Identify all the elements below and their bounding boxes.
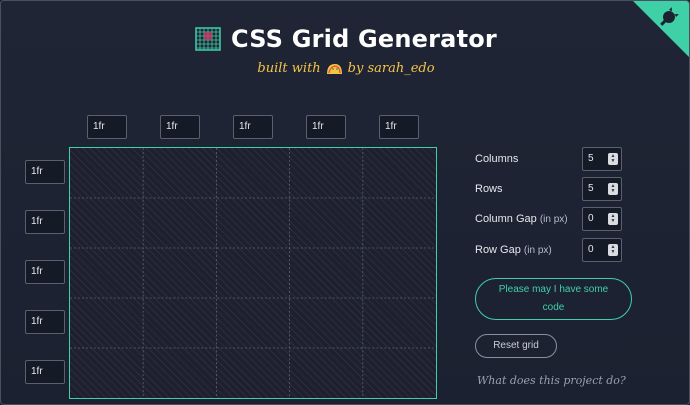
column-size-input-1[interactable]: 1fr (87, 115, 127, 139)
column-gap-label-text: Column Gap (475, 213, 537, 225)
stepper-arrows-icon[interactable]: ▲ ▼ (608, 183, 618, 195)
grid-canvas[interactable] (69, 147, 437, 399)
column-gap-label: Column Gap (in px) (475, 213, 568, 225)
columns-label-text: Columns (475, 153, 519, 165)
row-gap-label-text: Row Gap (475, 244, 521, 256)
subtitle: built with by sarah_edo (1, 61, 689, 76)
row-gap-unit: (in px) (523, 245, 552, 256)
taco-icon (326, 63, 342, 74)
row-size-input-1[interactable]: 1fr (25, 160, 65, 184)
columns-stepper[interactable]: 5 ▲ ▼ (582, 147, 622, 171)
column-size-input-3[interactable]: 1fr (233, 115, 273, 139)
column-size-input-2[interactable]: 1fr (160, 115, 200, 139)
header: CSS Grid Generator (1, 25, 689, 53)
stepper-arrows-icon[interactable]: ▲ ▼ (608, 213, 618, 225)
subtitle-suffix: by sarah_edo (347, 61, 435, 76)
get-code-button[interactable]: Please may I have some code (475, 278, 632, 320)
row-size-input-5[interactable]: 1fr (25, 360, 65, 384)
row-size-input-2[interactable]: 1fr (25, 210, 65, 234)
app-frame: CSS Grid Generator built with by sarah_e… (0, 0, 690, 405)
rows-value: 5 (588, 183, 594, 194)
column-gap-unit: (in px) (539, 214, 568, 225)
rows-label: Rows (475, 183, 503, 195)
reset-grid-button[interactable]: Reset grid (475, 334, 557, 358)
columns-value: 5 (588, 153, 594, 164)
row-gap-value: 0 (588, 244, 594, 255)
rows-stepper[interactable]: 5 ▲ ▼ (582, 177, 622, 201)
row-size-input-3[interactable]: 1fr (25, 260, 65, 284)
rows-label-text: Rows (475, 183, 503, 195)
stepper-arrows-icon[interactable]: ▲ ▼ (608, 244, 618, 256)
page-title: CSS Grid Generator (231, 25, 497, 53)
column-size-input-5[interactable]: 1fr (379, 115, 419, 139)
row-gap-label: Row Gap (in px) (475, 244, 552, 256)
about-project-link[interactable]: What does this project do? (477, 374, 626, 387)
column-gap-value: 0 (588, 213, 594, 224)
stepper-arrows-icon[interactable]: ▲ ▼ (608, 153, 618, 165)
row-size-input-4[interactable]: 1fr (25, 310, 65, 334)
columns-label: Columns (475, 153, 518, 165)
subtitle-prefix: built with (257, 61, 321, 76)
grid-icon (195, 27, 221, 51)
column-gap-stepper[interactable]: 0 ▲ ▼ (582, 207, 622, 231)
grid-lines (70, 148, 436, 398)
row-gap-stepper[interactable]: 0 ▲ ▼ (582, 238, 622, 262)
column-size-input-4[interactable]: 1fr (306, 115, 346, 139)
